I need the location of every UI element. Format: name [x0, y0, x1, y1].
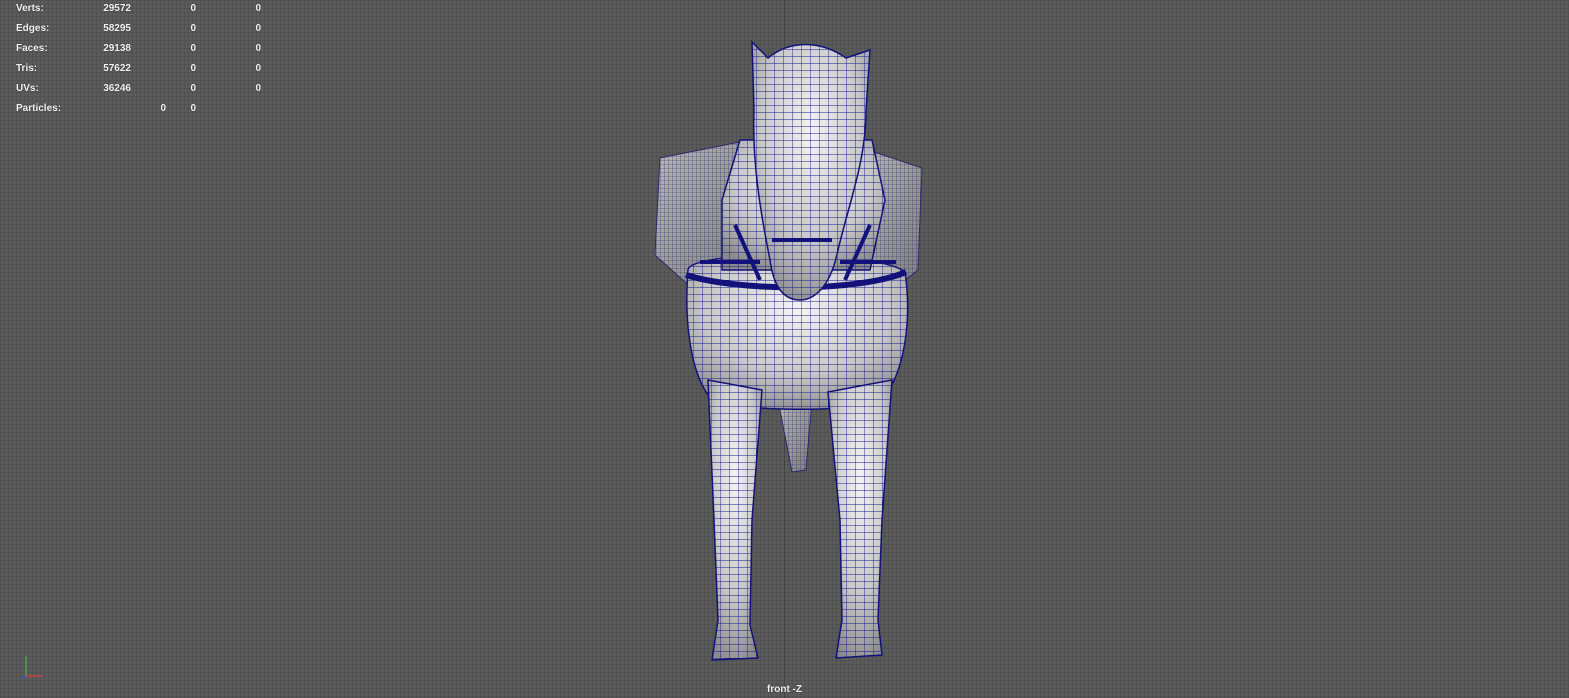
camera-label: front -Z	[767, 684, 802, 695]
horse-leg-right	[827, 379, 893, 659]
front-viewport[interactable]: Verts: 29572 0 0 Edges: 58295 0 0 Faces:…	[0, 0, 1569, 698]
horse-leg-left	[707, 379, 763, 661]
horse-tail	[777, 399, 813, 473]
axis-gizmo-icon	[20, 656, 42, 680]
horse-wireframe-model[interactable]	[0, 0, 1569, 698]
